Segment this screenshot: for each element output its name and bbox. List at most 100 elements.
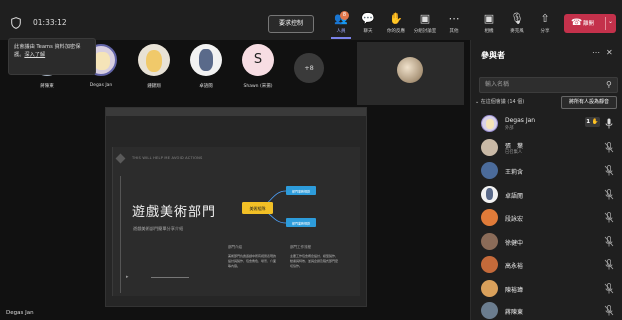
mic-off-icon [604,259,614,270]
participant-row[interactable]: 段詠宏 [472,206,620,230]
slide-divider [120,176,121,293]
mic-icon [605,118,613,129]
camera-button[interactable]: ▣ 相機 [474,12,504,38]
participant-name: 高永裕 [505,263,524,270]
slide-title: 遊戲美術部門 [132,205,217,220]
mic-off-icon [604,165,614,176]
breakout-rooms-label: 分組討論室 [413,29,437,34]
search-icon: ⚲ [606,80,612,89]
mindmap-top-text: 部門事務規劃 [292,188,310,193]
mic-label: 麥克風 [510,29,524,34]
gallery-name: Degas Jan [89,83,113,88]
avatar [481,280,498,297]
avatar [481,162,498,179]
avatar [481,302,498,319]
reactions-label: 你的反應 [387,29,405,34]
participant-role: 外部 [505,126,514,131]
avatar [481,186,498,203]
participant-name: 陳裕瑋 [505,287,524,294]
video-tile[interactable] [357,42,464,105]
mic-off-icon [604,189,614,200]
slide-col2-body: 主要工作包含概念設計、模型製作、動畫與特效，並與企劃及程式部門密切協作。 [290,254,339,268]
participant-row[interactable]: 卓語閱 [472,183,620,207]
participant-name: 卓語閱 [505,193,524,200]
mic-button[interactable]: 🎙 麥克風 [502,12,532,38]
people-label: 人員 [336,29,346,34]
participant-search-input[interactable] [479,77,618,93]
gallery-tile[interactable]: 卓語閱 [183,44,229,89]
people-active-underline [331,37,351,39]
mindmap-center-text: 美術組隊 [250,205,266,211]
share-icon: ⇧ [540,12,550,25]
shield-icon[interactable] [11,17,21,29]
phone-hangup-icon: ☎ [571,18,583,28]
camera-label: 相機 [484,29,494,34]
mic-off-icon [604,142,614,153]
learn-more-link[interactable]: 深入了解 [24,52,45,58]
gallery-name: 鍾錦翔 [147,84,161,89]
mic-off-icon [604,236,614,247]
participant-row[interactable]: 張 葉 已召集人 [472,136,620,160]
request-control-button[interactable]: 要求控制 [268,15,314,33]
participant-row[interactable]: 高永裕 [472,253,620,277]
gallery-name: 蔣陳東 [40,84,54,89]
more-button[interactable]: ⋯ 其他 [439,12,469,38]
more-participants-button[interactable]: +8 [294,53,324,83]
participant-name: 段詠宏 [505,216,524,223]
participant-role: 已召集人 [505,150,523,155]
mic-off-icon [604,283,614,294]
avatar [481,209,498,226]
gallery-tile[interactable]: S Shawn (宋揚) [232,44,284,89]
gallery-name: Shawn (宋揚) [243,84,273,89]
leave-button[interactable]: ☎ 離開 ⌄ [564,14,616,33]
reaction-icon: ✋ [389,12,403,25]
share-label: 分享 [540,29,550,34]
participant-row[interactable]: 蔣陳東 [472,299,620,320]
avatar [481,139,498,156]
slide-col2-title: 部門工作流程 [290,245,311,249]
reactions-button[interactable]: ✋ 你的反應 [381,12,411,38]
gallery-tile[interactable]: 鍾錦翔 [131,44,177,89]
avatar [481,233,498,250]
avatar: S [242,44,274,76]
more-options-icon[interactable]: ⋯ [592,48,600,57]
avatar [481,115,498,132]
participant-row[interactable]: 徐健中 [472,230,620,254]
meeting-timer: 01:33:12 [33,18,67,27]
encryption-tooltip: 此會議由 Teams 資料加密保護。深入了解 [8,38,96,75]
camera-off-icon: ▣ [483,12,495,25]
participant-row[interactable]: 陳裕瑋 [472,277,620,301]
share-button[interactable]: ⇧ 分享 [530,12,560,38]
section-label: 在這個會議 (14 個) [480,99,525,105]
chat-label: 聊天 [363,29,373,34]
mute-all-button[interactable]: 將所有人設為靜音 [561,96,617,109]
more-icon: ⋯ [448,12,460,25]
panel-title: 參與者 [481,51,505,60]
teams-meeting-window: 01:33:12 要求控制 👥 人員 8 💬 聊天 ✋ 你的反應 ▣ 分組討論室… [0,0,622,320]
hand-count: 1 [586,119,591,125]
people-count-badge: 8 [340,11,349,20]
avatar [138,44,170,76]
slide-col1-title: 部門介紹 [228,245,242,249]
mic-off-icon [604,305,614,316]
rooms-icon: ▣ [419,12,431,25]
shared-screen-toolbar [106,108,366,116]
participant-row[interactable]: 王莉含 [472,159,620,183]
gallery-name: 卓語閱 [199,84,213,89]
slide-header: THIS WILL HELP ME AVOID ACTIONS [132,156,203,160]
video-image [397,57,423,83]
chat-button[interactable]: 💬 聊天 [353,12,383,38]
slide-subtitle: 遊戲美術部門簡單分享介紹 [133,226,184,231]
slide-progress-bar [151,277,189,278]
raised-hand-icon: ✋ [591,119,599,125]
close-icon[interactable]: ✕ [606,48,613,57]
chevron-down-icon[interactable]: ⌄ [608,18,613,25]
participants-section-header[interactable]: ⌄ 在這個會議 (14 個) [475,98,524,105]
participant-name: 徐健中 [505,240,524,247]
avatar [481,256,498,273]
participant-name: Degas Jan [505,117,536,124]
avatar [190,44,222,76]
breakout-rooms-button[interactable]: ▣ 分組討論室 [410,12,440,38]
participant-name: 蔣陳東 [505,309,524,316]
mic-off-icon: 🎙 [510,12,524,25]
